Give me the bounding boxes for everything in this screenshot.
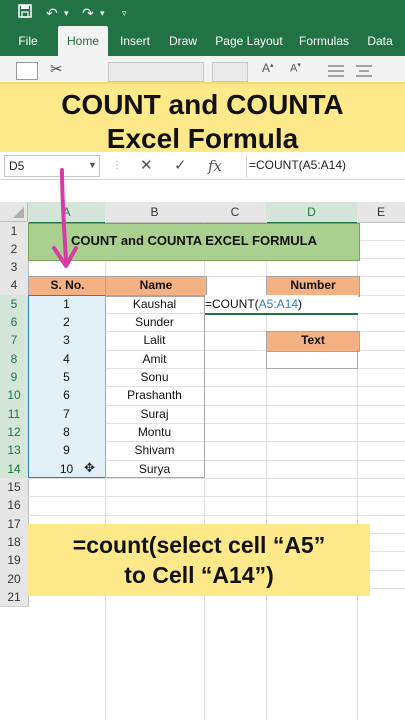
quick-access-toolbar: ↶ ▾ ↷ ▾ ▿ (0, 0, 405, 26)
instruction-line1: =count(select cell “A5” (72, 532, 326, 558)
row-header[interactable]: 17 (0, 515, 29, 534)
row-header[interactable]: 16 (0, 496, 29, 516)
row-header[interactable]: 19 (0, 551, 29, 571)
header-name-cell[interactable]: Name (105, 276, 207, 297)
instruction-banner: =count(select cell “A5” to Cell “A14”) (28, 524, 370, 596)
font-size-box[interactable] (212, 62, 248, 82)
select-all-corner[interactable] (0, 202, 28, 222)
row-header[interactable]: 3 (0, 258, 29, 277)
sno-cell[interactable]: 6 (28, 386, 105, 405)
row-header[interactable]: 18 (0, 533, 29, 552)
instruction-line2: to Cell “A14”) (124, 562, 274, 588)
formula-text: =COUNT( (205, 297, 259, 311)
text-result-cell[interactable] (266, 350, 358, 369)
formula-close-paren: ) (298, 297, 303, 311)
column-header-b[interactable]: B (105, 202, 205, 223)
redo-icon[interactable]: ↷ (82, 3, 94, 23)
active-cell-d5[interactable]: =COUNT(A5:A14) (205, 295, 358, 315)
name-cell[interactable]: Prashanth (105, 386, 204, 405)
grid-line (28, 478, 405, 479)
worksheet-grid[interactable]: A B C D E 1 2 3 4 5 6 7 8 9 10 11 12 13 … (0, 168, 405, 720)
chevron-down-icon[interactable]: ▾ (64, 3, 69, 23)
increase-font-icon[interactable]: A▴ (262, 61, 274, 75)
banner-title-line2: Excel Formula (106, 123, 299, 154)
name-cell[interactable]: Suraj (105, 405, 204, 423)
row-header[interactable]: 7 (0, 331, 29, 351)
row-header[interactable]: 14 (0, 460, 29, 479)
row-header[interactable]: 9 (0, 368, 29, 387)
row-header[interactable]: 11 (0, 405, 29, 424)
tab-insert[interactable]: Insert (112, 26, 158, 56)
alignment-icons[interactable] (326, 62, 396, 80)
name-cell[interactable]: Shivam (105, 441, 204, 460)
chevron-down-icon[interactable]: ▾ (100, 3, 105, 23)
row-header[interactable]: 13 (0, 441, 29, 461)
name-cell[interactable]: Sonu (105, 368, 204, 386)
save-icon[interactable] (18, 3, 32, 23)
banner-title-line1: COUNT and COUNTA (61, 89, 344, 120)
column-header-c[interactable]: C (204, 202, 267, 223)
row-header[interactable]: 5 (0, 295, 29, 314)
name-cell[interactable]: Surya (105, 460, 204, 478)
paste-icon[interactable] (16, 62, 38, 80)
formula-range-ref: A5:A14 (258, 297, 299, 311)
title-banner: COUNT and COUNTA Excel Formula (0, 82, 405, 160)
grid-line (28, 515, 405, 516)
name-cell[interactable]: Montu (105, 423, 204, 441)
name-cell[interactable]: Kaushal (105, 295, 204, 313)
annotation-arrow-icon (52, 168, 78, 268)
sno-cell[interactable]: 2 (28, 313, 105, 331)
cut-icon[interactable]: ✂ (50, 60, 63, 78)
more-options-icon: ⋮ (112, 160, 122, 171)
sno-cell[interactable]: 4 (28, 350, 105, 368)
sno-cell[interactable]: 8 (28, 423, 105, 441)
tab-data[interactable]: Data (360, 26, 400, 56)
tab-home[interactable]: Home (58, 26, 108, 56)
ribbon-tabs: File Home Insert Draw Page Layout Formul… (0, 26, 405, 56)
row-header[interactable]: 8 (0, 350, 29, 369)
move-cursor-icon: ✥ (84, 460, 95, 475)
insert-function-icon[interactable]: fx (208, 156, 222, 176)
enter-check-icon[interactable]: ✓ (174, 156, 187, 176)
column-header-e[interactable]: E (357, 202, 405, 223)
formula-input[interactable]: =COUNT(A5:A14) (246, 155, 405, 177)
row-header[interactable]: 15 (0, 478, 29, 497)
sno-cell[interactable]: 9 (28, 441, 105, 460)
number-label-cell[interactable]: Number (266, 276, 360, 297)
column-header-d[interactable]: D (266, 202, 358, 224)
decrease-font-icon[interactable]: A▾ (290, 61, 301, 75)
font-name-box[interactable] (108, 62, 204, 82)
name-cell[interactable]: Amit (105, 350, 204, 368)
row-header[interactable]: 12 (0, 423, 29, 442)
tab-formulas[interactable]: Formulas (294, 26, 354, 56)
sno-cell[interactable]: 3 (28, 331, 105, 350)
sno-cell[interactable]: 7 (28, 405, 105, 423)
row-header[interactable]: 4 (0, 276, 29, 296)
row-header[interactable]: 1 (0, 222, 29, 241)
text-label-cell[interactable]: Text (266, 331, 360, 352)
sno-cell[interactable]: 5 (28, 368, 105, 386)
name-cell[interactable]: Sunder (105, 313, 204, 331)
tab-file[interactable]: File (8, 26, 48, 56)
sno-cell[interactable]: 1 (28, 295, 105, 313)
customize-toolbar-icon[interactable]: ▿ (122, 3, 127, 23)
row-header[interactable]: 6 (0, 313, 29, 332)
row-header[interactable]: 21 (0, 588, 29, 607)
undo-icon[interactable]: ↶ (46, 3, 58, 23)
row-header[interactable]: 20 (0, 570, 29, 589)
tab-page-layout[interactable]: Page Layout (210, 26, 288, 56)
tab-draw[interactable]: Draw (162, 26, 204, 56)
name-cell[interactable]: Lalit (105, 331, 204, 350)
grid-line (28, 496, 405, 497)
row-header[interactable]: 10 (0, 386, 29, 406)
cancel-icon[interactable]: ✕ (140, 156, 153, 176)
header-sno-cell[interactable]: S. No. (28, 276, 107, 297)
row-header[interactable]: 2 (0, 240, 29, 259)
